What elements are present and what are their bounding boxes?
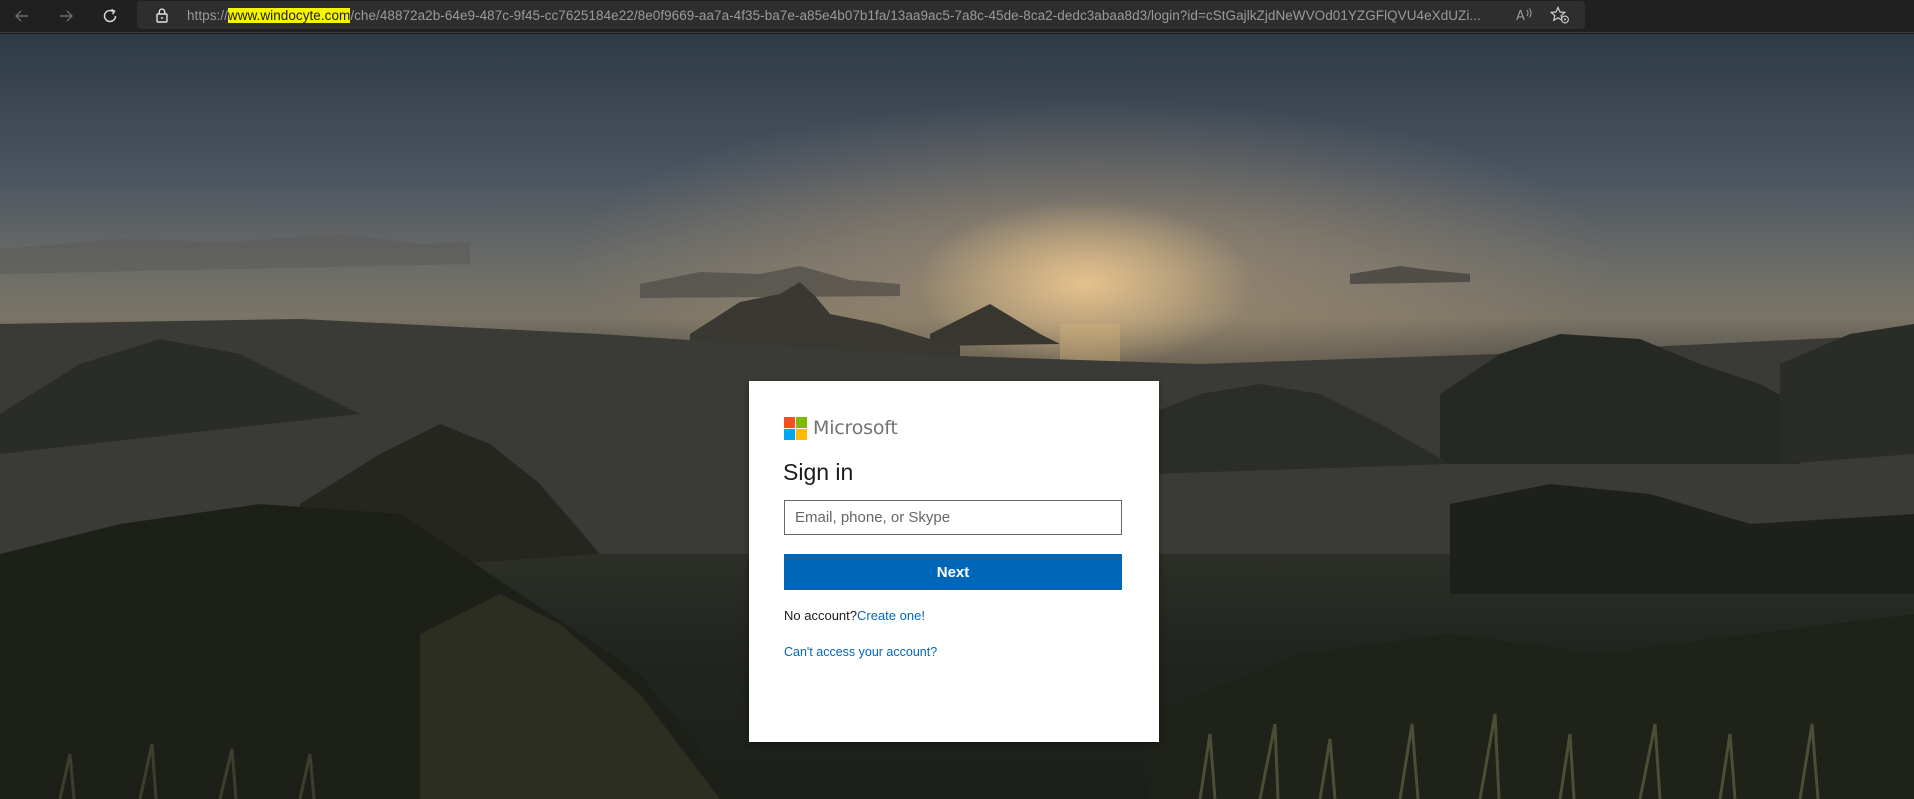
read-aloud-icon[interactable]: A <box>1516 7 1534 23</box>
reload-button[interactable] <box>95 2 125 30</box>
page-title: Sign in <box>783 459 854 485</box>
add-favorite-icon[interactable] <box>1550 6 1570 24</box>
lock-icon[interactable] <box>155 7 169 23</box>
microsoft-logo: Microsoft <box>784 416 898 440</box>
logo-red-square <box>784 416 795 428</box>
no-account-row: No account?Create one! <box>784 608 925 623</box>
reload-icon <box>103 8 117 23</box>
url-path: /che/48872a2b-64e9-487c-9f45-cc7625184e2… <box>350 8 1481 23</box>
url-text[interactable]: https://www.windocyte.com/che/48872a2b-6… <box>187 7 1503 25</box>
brand-wordmark: Microsoft <box>813 417 898 439</box>
forward-arrow-icon <box>60 10 73 22</box>
logo-blue-square <box>784 428 795 440</box>
signin-card: Microsoft Sign in Next No account?Create… <box>749 381 1159 742</box>
email-field[interactable] <box>784 500 1122 535</box>
browser-toolbar: https://www.windocyte.com/che/48872a2b-6… <box>0 0 1914 33</box>
back-arrow-icon <box>15 10 28 22</box>
url-domain: www.windocyte.com <box>227 8 351 23</box>
create-account-link[interactable]: Create one! <box>857 608 925 623</box>
next-button[interactable]: Next <box>784 554 1122 590</box>
back-button[interactable] <box>7 2 37 30</box>
microsoft-logo-icon <box>784 416 807 440</box>
logo-yellow-square <box>796 428 807 440</box>
cant-access-account-link[interactable]: Can't access your account? <box>784 645 937 659</box>
no-account-label: No account? <box>784 608 857 623</box>
address-bar[interactable]: https://www.windocyte.com/che/48872a2b-6… <box>137 1 1585 29</box>
url-prefix: https:// <box>187 8 228 23</box>
svg-text:A: A <box>1516 9 1525 23</box>
forward-button[interactable] <box>51 2 81 30</box>
logo-green-square <box>796 416 807 428</box>
